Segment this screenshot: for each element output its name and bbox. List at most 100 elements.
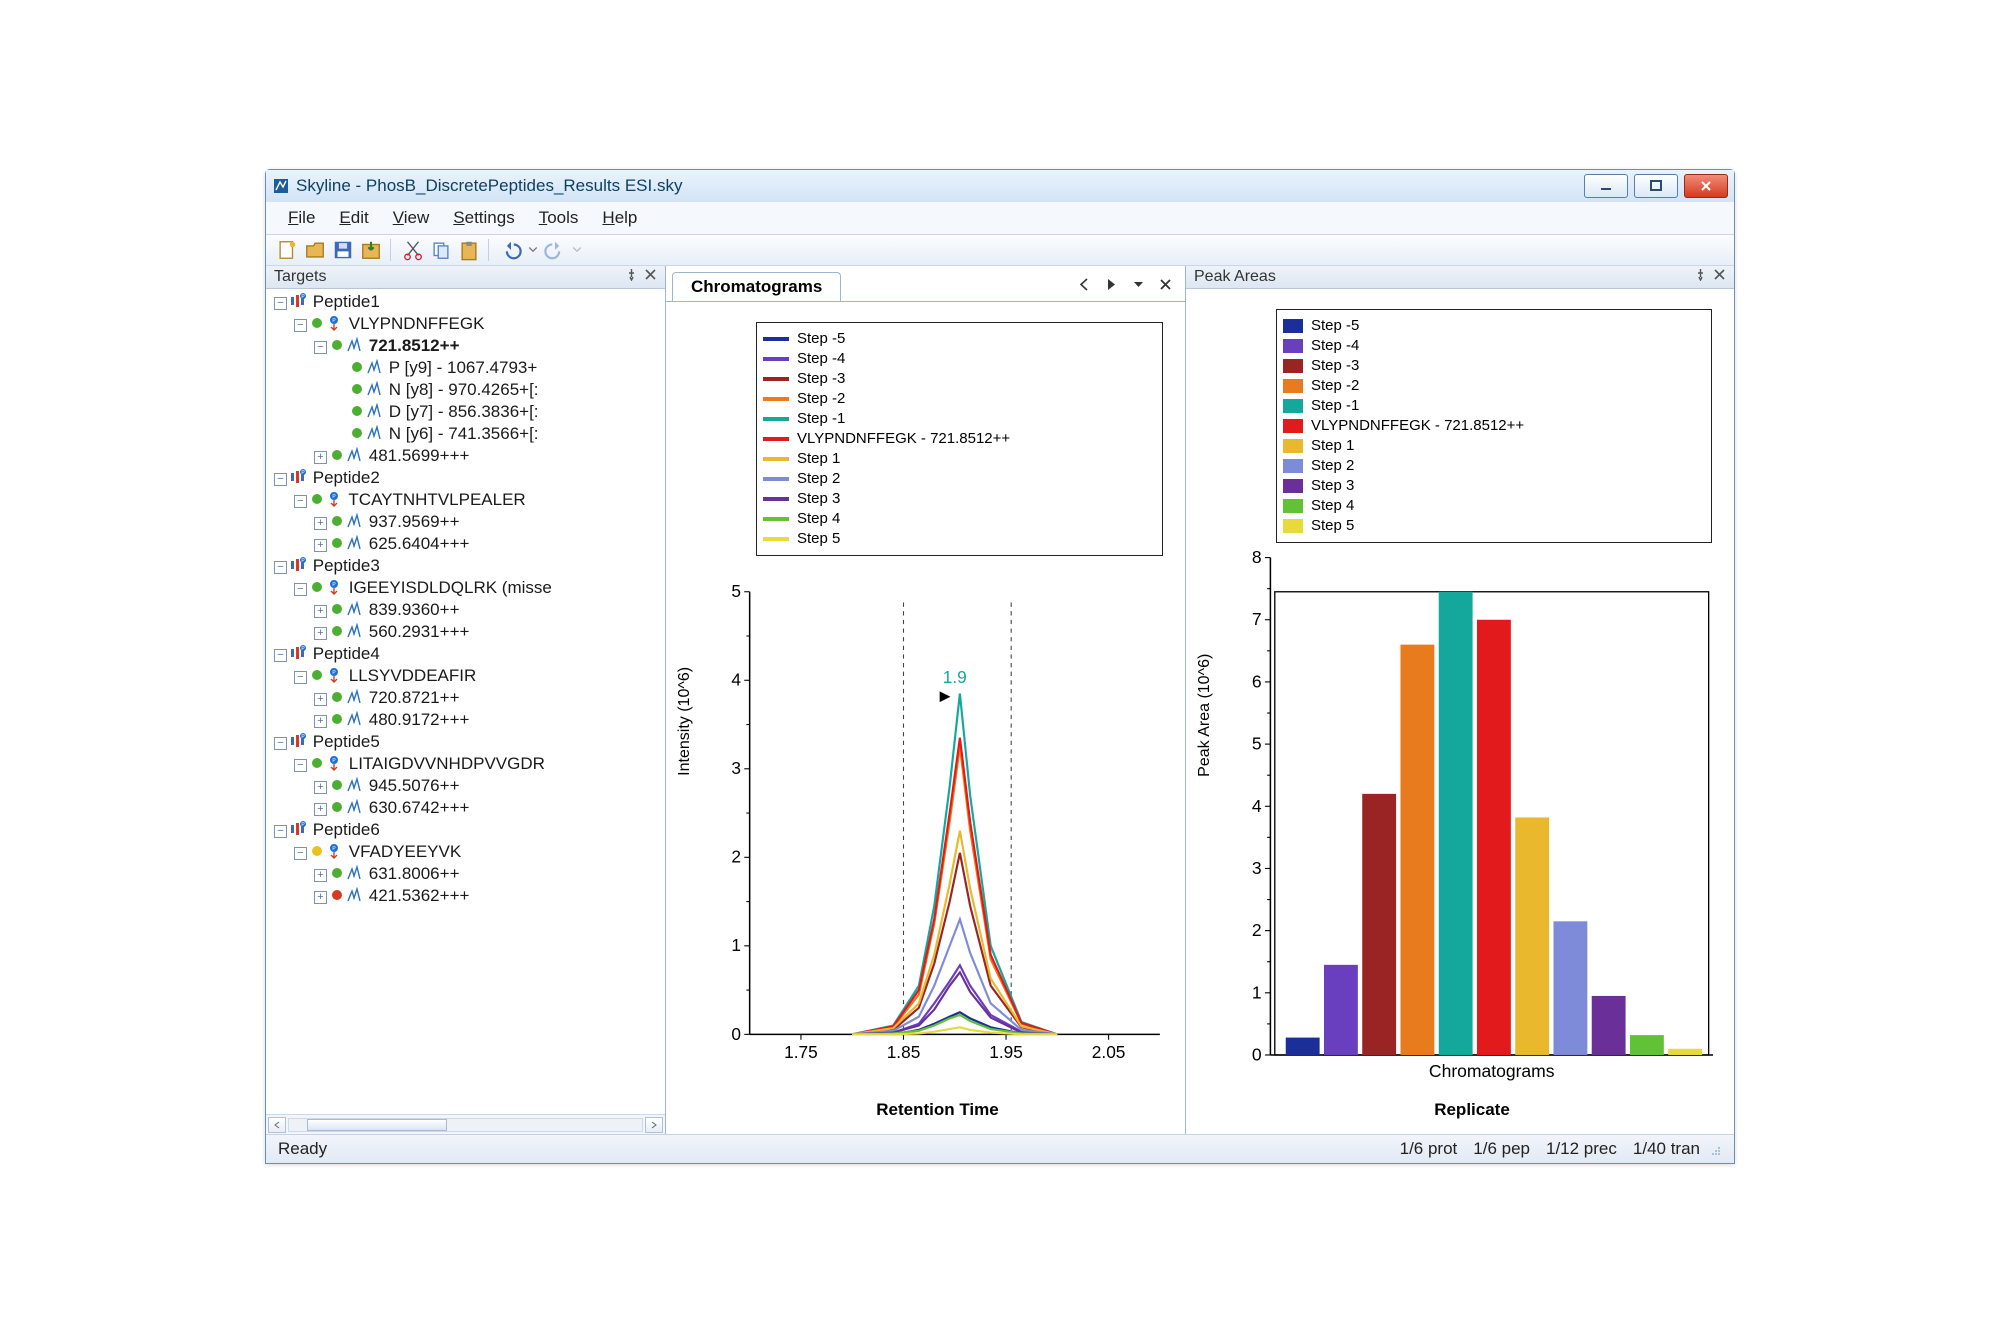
tree-transition[interactable]: P [y9] - 1067.4793+ <box>334 357 663 379</box>
import-icon[interactable] <box>360 239 382 261</box>
legend-item: Step 2 <box>763 469 1152 489</box>
tree-precursor[interactable]: + 630.6742+++ <box>314 797 663 819</box>
svg-text:Chromatograms: Chromatograms <box>1429 1060 1555 1080</box>
tree-precursor[interactable]: + 631.8006++ <box>314 863 663 885</box>
next-arrow-icon[interactable] <box>1104 277 1119 295</box>
scroll-left-icon[interactable] <box>268 1117 286 1133</box>
peak-x-axis-label: Replicate <box>1220 1100 1724 1120</box>
legend-item: Step 2 <box>1283 456 1701 476</box>
chrom-y-axis-label: Intensity (10^6) <box>676 322 694 1121</box>
redo-icon[interactable] <box>544 239 566 261</box>
dropdown-icon[interactable] <box>1131 277 1146 295</box>
tree-peptide[interactable]: −P VLYPNDNFFEGK− 721.8512++ P [y9] - 106… <box>294 313 663 467</box>
save-icon[interactable] <box>332 239 354 261</box>
svg-text:3: 3 <box>731 758 741 778</box>
legend-item: Step 3 <box>1283 476 1701 496</box>
menu-file[interactable]: File <box>288 208 315 228</box>
tree-protein[interactable]: −P Peptide1−P VLYPNDNFFEGK− 721.8512++ P… <box>274 291 663 467</box>
legend-item: Step -1 <box>763 409 1152 429</box>
cut-icon[interactable] <box>402 239 424 261</box>
paste-icon[interactable] <box>458 239 480 261</box>
tree-protein[interactable]: −P Peptide2−P TCAYTNHTVLPEALER+ 937.9569… <box>274 467 663 555</box>
tree-precursor[interactable]: + 481.5699+++ <box>314 445 663 467</box>
app-icon <box>272 177 290 195</box>
new-icon[interactable] <box>276 239 298 261</box>
undo-dropdown-icon[interactable] <box>528 239 538 261</box>
prev-arrow-icon[interactable] <box>1077 277 1092 295</box>
peak-chart[interactable]: 012345678Chromatograms <box>1220 551 1724 1099</box>
resize-grip-icon[interactable] <box>1708 1142 1722 1156</box>
targets-tree[interactable]: −P Peptide1−P VLYPNDNFFEGK− 721.8512++ P… <box>266 289 665 1115</box>
tree-precursor[interactable]: + 421.5362+++ <box>314 885 663 907</box>
tree-transition[interactable]: D [y7] - 856.3836+[: <box>334 401 663 423</box>
menu-help[interactable]: Help <box>602 208 637 228</box>
tree-peptide[interactable]: −P IGEEYISDLDQLRK (misse+ 839.9360+++ 56… <box>294 577 663 643</box>
tree-precursor[interactable]: + 945.5076++ <box>314 775 663 797</box>
legend-item: Step 4 <box>1283 496 1701 516</box>
tree-protein[interactable]: −P Peptide6−P VFADYEEYVK+ 631.8006+++ 42… <box>274 819 663 907</box>
svg-text:0: 0 <box>1252 1044 1262 1064</box>
menu-view[interactable]: View <box>393 208 430 228</box>
targets-scrollbar[interactable] <box>266 1114 665 1134</box>
tree-transition[interactable]: N [y8] - 970.4265+[: <box>334 379 663 401</box>
redo-dropdown-icon[interactable] <box>572 239 582 261</box>
tree-peptide[interactable]: −P VFADYEEYVK+ 631.8006+++ 421.5362+++ <box>294 841 663 907</box>
copy-icon[interactable] <box>430 239 452 261</box>
tree-precursor[interactable]: + 560.2931+++ <box>314 621 663 643</box>
legend-item: Step -5 <box>763 329 1152 349</box>
menu-tools[interactable]: Tools <box>539 208 579 228</box>
peak-areas-title: Peak Areas <box>1194 268 1276 286</box>
tree-precursor[interactable]: + 480.9172+++ <box>314 709 663 731</box>
tree-peptide[interactable]: −P LLSYVDDEAFIR+ 720.8721+++ 480.9172+++ <box>294 665 663 731</box>
open-icon[interactable] <box>304 239 326 261</box>
pin-icon[interactable] <box>625 268 638 286</box>
tree-peptide[interactable]: −P LITAIGDVVNHDPVVGDR+ 945.5076+++ 630.6… <box>294 753 663 819</box>
legend-item: Step -1 <box>1283 396 1701 416</box>
tree-precursor[interactable]: + 937.9569++ <box>314 511 663 533</box>
tree-protein[interactable]: −P Peptide3−P IGEEYISDLDQLRK (misse+ 839… <box>274 555 663 643</box>
pin-icon[interactable] <box>1694 268 1707 286</box>
close-icon[interactable] <box>1713 268 1726 286</box>
svg-text:1.75: 1.75 <box>784 1042 818 1062</box>
close-icon[interactable] <box>644 268 657 286</box>
legend-item: Step 5 <box>763 529 1152 549</box>
close-icon[interactable] <box>1158 277 1173 295</box>
status-prot: 1/6 prot <box>1400 1139 1458 1159</box>
undo-icon[interactable] <box>500 239 522 261</box>
legend-item: Step 4 <box>763 509 1152 529</box>
targets-title: Targets <box>274 268 326 286</box>
legend-item: Step 1 <box>1283 436 1701 456</box>
chromatograms-tab[interactable]: Chromatograms <box>672 272 841 301</box>
svg-text:2: 2 <box>731 846 741 866</box>
minimize-button[interactable] <box>1584 174 1628 198</box>
peak-y-axis-label: Peak Area (10^6) <box>1196 309 1214 1121</box>
peak-areas-header: Peak Areas <box>1186 266 1734 289</box>
tree-protein[interactable]: −P Peptide4−P LLSYVDDEAFIR+ 720.8721+++ … <box>274 643 663 731</box>
close-button[interactable] <box>1684 174 1728 198</box>
scroll-track[interactable] <box>288 1118 643 1132</box>
tree-protein[interactable]: −P Peptide5−P LITAIGDVVNHDPVVGDR+ 945.50… <box>274 731 663 819</box>
maximize-button[interactable] <box>1634 174 1678 198</box>
svg-text:6: 6 <box>1252 671 1262 691</box>
tree-transition[interactable]: N [y6] - 741.3566+[: <box>334 423 663 445</box>
tree-peptide[interactable]: −P TCAYTNHTVLPEALER+ 937.9569+++ 625.640… <box>294 489 663 555</box>
tree-precursor[interactable]: + 625.6404+++ <box>314 533 663 555</box>
legend-item: Step -4 <box>763 349 1152 369</box>
menu-edit[interactable]: Edit <box>339 208 368 228</box>
svg-text:4: 4 <box>1252 795 1262 815</box>
svg-text:4: 4 <box>731 669 741 689</box>
peak-areas-panel: Peak Areas Peak Area (10^6) Step -5Step … <box>1186 266 1734 1135</box>
scroll-thumb[interactable] <box>307 1119 447 1131</box>
tree-precursor[interactable]: + 839.9360++ <box>314 599 663 621</box>
scroll-right-icon[interactable] <box>645 1117 663 1133</box>
menu-settings[interactable]: Settings <box>453 208 514 228</box>
chrom-chart[interactable]: 0123451.751.851.952.051.9 <box>700 564 1175 1099</box>
peak-legend: Step -5Step -4Step -3Step -2Step -1VLYPN… <box>1276 309 1712 543</box>
tree-precursor[interactable]: − 721.8512++ P [y9] - 1067.4793+ N [y8] … <box>314 335 663 445</box>
peak-area-plot: Peak Area (10^6) Step -5Step -4Step -3St… <box>1186 289 1734 1135</box>
svg-text:1.9: 1.9 <box>943 666 967 686</box>
legend-item: Step 3 <box>763 489 1152 509</box>
svg-text:0: 0 <box>731 1023 741 1043</box>
tree-precursor[interactable]: + 720.8721++ <box>314 687 663 709</box>
svg-text:2.05: 2.05 <box>1092 1042 1126 1062</box>
